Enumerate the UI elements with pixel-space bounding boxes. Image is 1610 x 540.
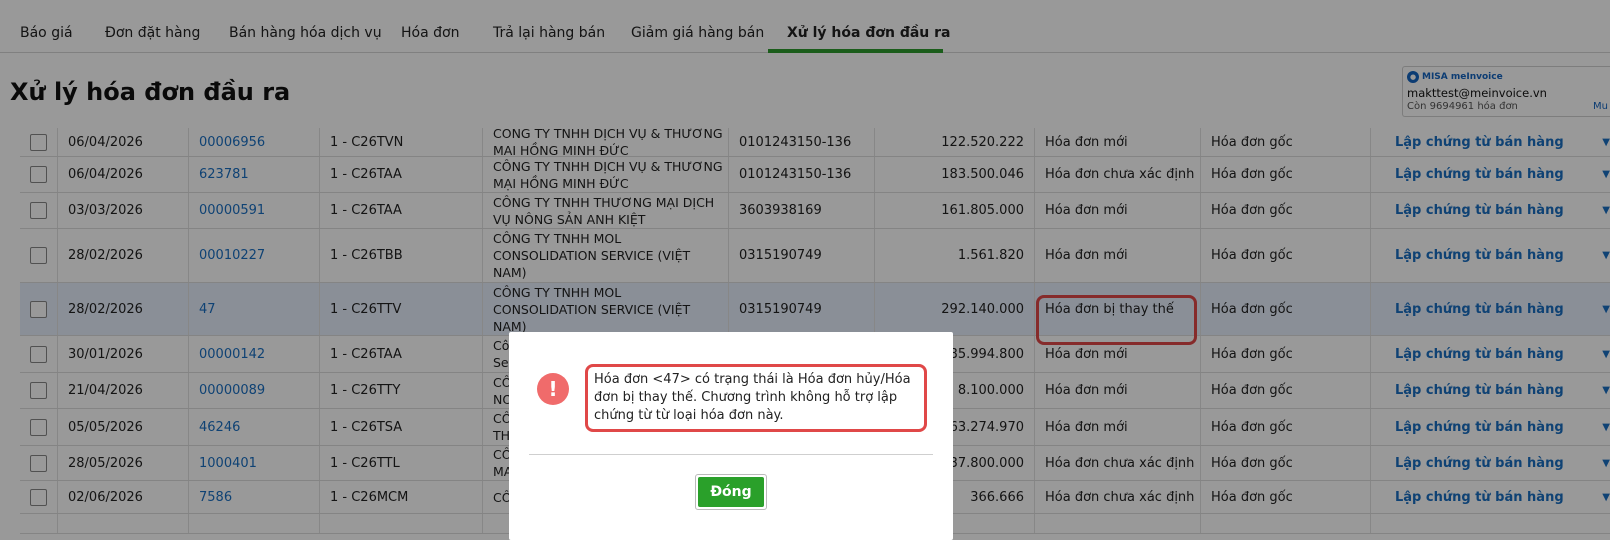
dialog-divider [529,454,933,455]
error-icon: ! [537,373,569,405]
close-button-frame: Đóng [695,474,767,510]
error-dialog: ! Hóa đơn <47> có trạng thái là Hóa đơn … [509,332,953,540]
dialog-message: Hóa đơn <47> có trạng thái là Hóa đơn hủ… [585,364,927,432]
close-button[interactable]: Đóng [698,477,764,507]
